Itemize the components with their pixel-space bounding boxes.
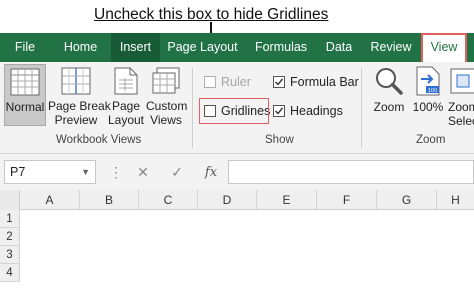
row-header[interactable]: 1 <box>0 210 20 228</box>
tab-review[interactable]: Review <box>361 33 421 62</box>
svg-text:100: 100 <box>428 88 438 94</box>
zoom-label: Zoom <box>373 100 405 114</box>
ruler-checkbox[interactable]: Ruler <box>204 75 251 89</box>
column-header[interactable]: B <box>80 190 139 210</box>
tab-data[interactable]: Data <box>317 33 361 62</box>
page-break-preview-button[interactable]: Page Break Preview <box>48 64 111 128</box>
zoom-selection-label-line2: Selec <box>448 114 474 128</box>
formula-bar-checkbox[interactable]: Formula Bar <box>273 75 359 89</box>
checkmark-icon <box>275 107 284 115</box>
magnifier-icon <box>376 68 403 95</box>
group-separator <box>192 68 193 148</box>
zoom-100-label: 100% <box>412 100 444 114</box>
row-header[interactable]: 4 <box>0 264 20 282</box>
zoom-selection-icon <box>450 68 474 94</box>
zoom-to-selection-button[interactable]: Zoom Selec <box>446 64 474 128</box>
formula-bar: P7 ▼ ⋮ ✕ ✓ fx <box>0 154 474 192</box>
normal-view-icon <box>10 68 40 96</box>
headings-checkbox-box <box>273 105 285 117</box>
row-header[interactable]: 3 <box>0 246 20 264</box>
column-header[interactable]: E <box>257 190 317 210</box>
gridlines-highlight-box <box>199 98 269 124</box>
tab-insert[interactable]: Insert <box>111 33 160 62</box>
chevron-down-icon[interactable]: ▼ <box>81 161 90 183</box>
cancel-icon[interactable]: ✕ <box>126 164 160 181</box>
headings-label: Headings <box>290 104 343 118</box>
worksheet-grid: A B C D E F G H 1 2 3 4 <box>0 190 474 290</box>
checkmark-icon <box>275 78 284 86</box>
zoom-100-icon: 100 <box>416 66 440 96</box>
page-layout-view-button[interactable]: Page Layout <box>106 64 146 128</box>
page-layout-icon <box>114 67 138 95</box>
zoom-button[interactable]: Zoom <box>370 64 408 128</box>
row-header[interactable]: 2 <box>0 228 20 246</box>
zoom-group-label: Zoom <box>416 134 446 146</box>
page-layout-label-line2: Layout <box>107 113 145 127</box>
group-separator <box>361 68 362 148</box>
formula-bar-checkbox-box <box>273 76 285 88</box>
ruler-checkbox-box <box>204 76 216 88</box>
headings-checkbox[interactable]: Headings <box>273 104 343 118</box>
custom-views-icon <box>152 67 180 94</box>
enter-checkmark-icon[interactable]: ✓ <box>160 164 194 181</box>
page-break-label-line1: Page Break <box>48 99 111 113</box>
formula-bar-label: Formula Bar <box>290 75 359 89</box>
column-headers: A B C D E F G H <box>0 190 474 210</box>
normal-view-button[interactable]: Normal <box>4 64 46 126</box>
normal-label: Normal <box>5 100 45 114</box>
column-header[interactable]: A <box>20 190 80 210</box>
show-group-label: Show <box>265 134 294 146</box>
tab-view[interactable]: View <box>421 33 467 62</box>
tab-file[interactable]: File <box>0 33 50 62</box>
name-box-value: P7 <box>10 165 26 179</box>
custom-views-label-line2: Views <box>150 113 182 127</box>
workbook-views-group-label: Workbook Views <box>56 134 142 146</box>
formula-input[interactable] <box>228 160 474 184</box>
column-header[interactable]: F <box>317 190 377 210</box>
ruler-label: Ruler <box>221 75 251 89</box>
tab-home[interactable]: Home <box>50 33 111 62</box>
tab-page-layout[interactable]: Page Layout <box>160 33 245 62</box>
tab-formulas[interactable]: Formulas <box>245 33 317 62</box>
ribbon-tabs: File Home Insert Page Layout Formulas Da… <box>0 33 474 62</box>
select-all-corner[interactable] <box>0 190 20 210</box>
more-options-icon: ⋮ <box>109 163 123 180</box>
insert-function-icon[interactable]: fx <box>194 165 228 180</box>
page-break-icon <box>61 67 91 95</box>
column-header[interactable]: H <box>437 190 474 210</box>
formula-bar-buttons: ⋮ ✕ ✓ fx <box>106 160 228 184</box>
page-layout-label-line1: Page <box>111 99 141 113</box>
column-header[interactable]: C <box>139 190 198 210</box>
custom-views-label-line1: Custom <box>146 99 188 113</box>
column-header[interactable]: G <box>377 190 437 210</box>
custom-views-button[interactable]: Custom Views <box>146 64 188 128</box>
zoom-100-button[interactable]: 100 100% <box>410 64 446 128</box>
name-box[interactable]: P7 ▼ <box>4 160 96 184</box>
column-header[interactable]: D <box>198 190 257 210</box>
page-break-label-line2: Preview <box>54 113 98 127</box>
zoom-selection-label-line1: Zoom <box>448 100 474 114</box>
